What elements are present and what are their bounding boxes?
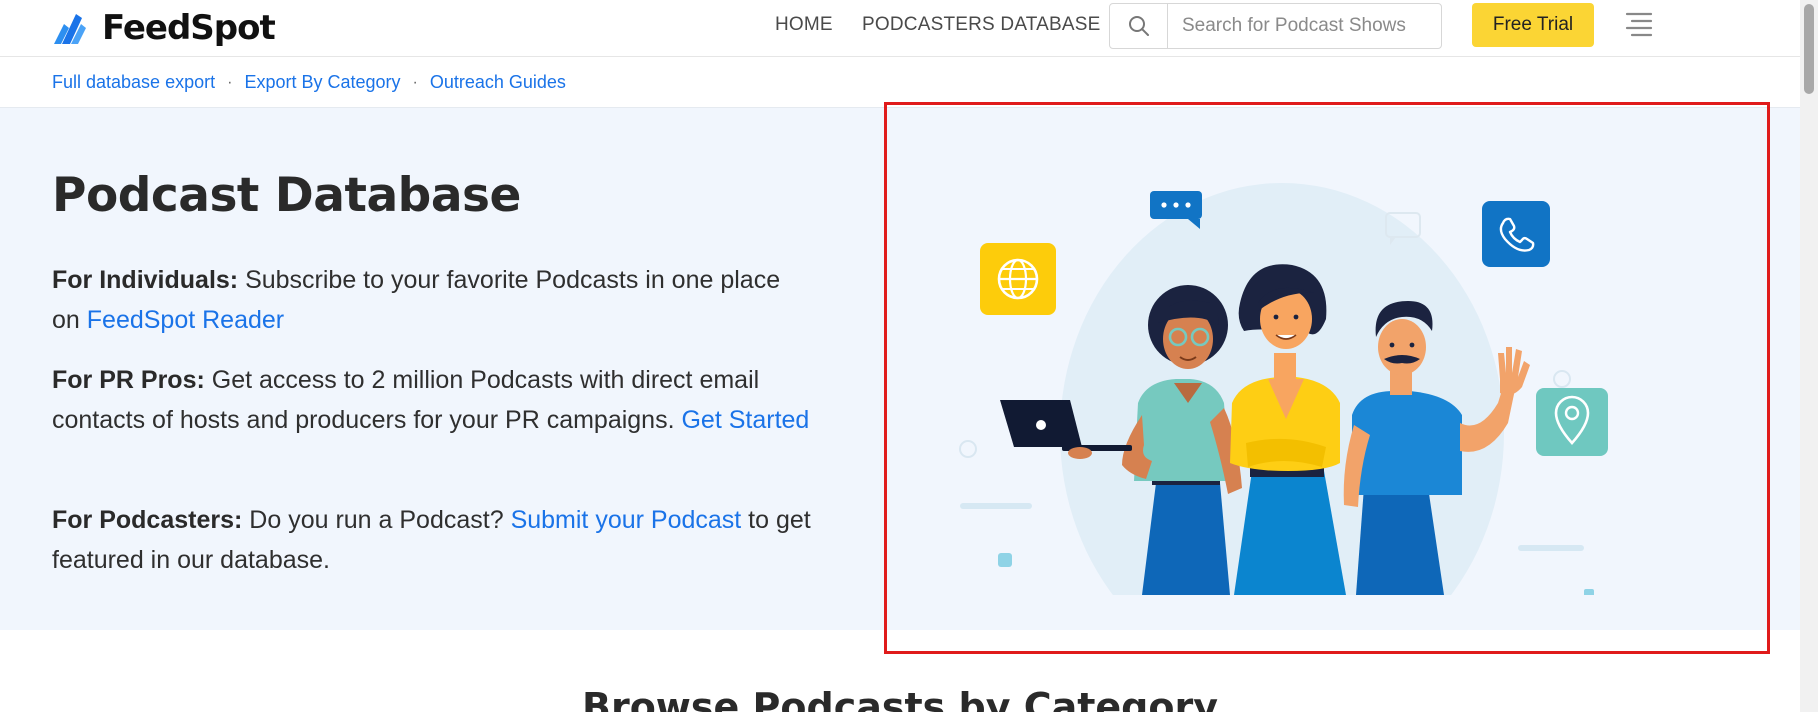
full-database-export-link[interactable]: Full database export	[52, 72, 215, 93]
submit-podcast-link[interactable]: Submit your Podcast	[511, 506, 742, 534]
search-input[interactable]	[1168, 4, 1441, 48]
podcasters-label: For Podcasters:	[52, 506, 243, 534]
nav-podcasters-database[interactable]: PODCASTERS DATABASE	[862, 14, 1101, 36]
top-header: FeedSpot HOME PODCASTERS DATABASE Free T…	[0, 0, 1800, 57]
people-illustration	[959, 183, 1608, 595]
sub-navigation: Full database export · Export By Categor…	[0, 58, 1800, 108]
feedspot-logo-icon	[54, 14, 86, 44]
podcasters-paragraph: For Podcasters: Do you run a Podcast? Su…	[52, 500, 812, 580]
scrollbar-thumb[interactable]	[1804, 4, 1814, 94]
menu-button[interactable]	[1624, 9, 1654, 39]
feedspot-logo[interactable]: FeedSpot	[52, 6, 276, 50]
search-box	[1109, 3, 1442, 49]
individuals-label: For Individuals:	[52, 266, 239, 294]
decorative-circle	[959, 440, 977, 458]
individuals-paragraph: For Individuals: Subscribe to your favor…	[52, 260, 812, 340]
waving-hand-icon	[1498, 347, 1530, 395]
decorative-square	[998, 553, 1012, 567]
podcasters-text-before: Do you run a Podcast?	[242, 506, 511, 534]
nav-home[interactable]: HOME	[775, 14, 833, 36]
decorative-square	[1584, 589, 1594, 595]
separator: ·	[412, 73, 418, 91]
hero-section: Podcast Database For Individuals: Subscr…	[0, 108, 1800, 630]
hamburger-menu-icon	[1625, 12, 1653, 37]
decorative-dash	[1518, 545, 1584, 551]
search-button[interactable]	[1110, 4, 1168, 48]
logo-text: FeedSpot	[102, 8, 276, 48]
feedspot-reader-link[interactable]: FeedSpot Reader	[87, 306, 284, 334]
page-scrollbar[interactable]	[1800, 0, 1818, 712]
outreach-guides-link[interactable]: Outreach Guides	[430, 72, 566, 93]
export-by-category-link[interactable]: Export By Category	[244, 72, 400, 93]
pr-pros-paragraph: For PR Pros: Get access to 2 million Pod…	[52, 360, 812, 440]
globe-icon	[980, 243, 1056, 315]
search-icon	[1128, 16, 1149, 36]
decorative-circle	[1553, 370, 1571, 388]
browse-categories-heading: Browse Podcasts by Category	[582, 685, 1218, 712]
location-pin-icon	[1536, 388, 1608, 456]
get-started-link[interactable]: Get Started	[681, 406, 809, 434]
decorative-dash	[960, 503, 1032, 509]
separator: ·	[227, 73, 233, 91]
page-title: Podcast Database	[52, 168, 521, 223]
phone-icon	[1482, 201, 1550, 267]
pr-pros-label: For PR Pros:	[52, 366, 205, 394]
free-trial-button[interactable]: Free Trial	[1472, 3, 1594, 47]
